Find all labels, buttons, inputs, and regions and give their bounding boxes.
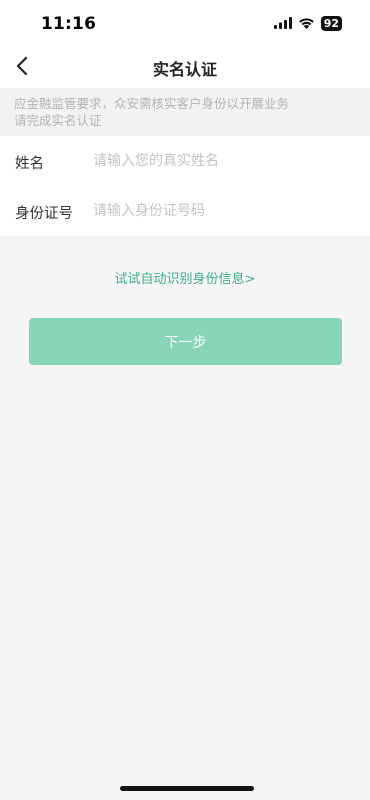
- status-bar: 11:16 92: [0, 0, 370, 46]
- id-number-row: 身份证号: [0, 186, 370, 236]
- battery-icon: 92: [320, 15, 342, 31]
- page-title: 实名认证: [152, 60, 217, 79]
- notice-line-2: 请完成实名认证: [14, 113, 102, 128]
- id-number-input[interactable]: [93, 196, 343, 226]
- status-icons: 92: [273, 14, 342, 33]
- home-indicator: [120, 786, 254, 791]
- notice-line-1: 应金融监管要求，众安需核实客户身份以开展业务: [14, 96, 290, 111]
- wifi-icon: [298, 14, 315, 33]
- next-step-button[interactable]: 下一步: [29, 318, 342, 365]
- name-input[interactable]: [93, 146, 343, 176]
- id-number-label: 身份证号: [15, 206, 73, 222]
- name-label: 姓名: [15, 156, 44, 172]
- identity-form: 姓名 身份证号: [0, 136, 370, 236]
- signal-icon: [273, 14, 292, 33]
- name-row: 姓名: [0, 136, 370, 186]
- regulatory-notice: 应金融监管要求，众安需核实客户身份以开展业务 请完成实名认证: [0, 88, 370, 136]
- auto-recognize-link[interactable]: 试试自动识别身份信息>: [0, 268, 370, 287]
- nav-bar: 实名认证: [0, 46, 370, 88]
- status-time: 11:16: [41, 14, 97, 34]
